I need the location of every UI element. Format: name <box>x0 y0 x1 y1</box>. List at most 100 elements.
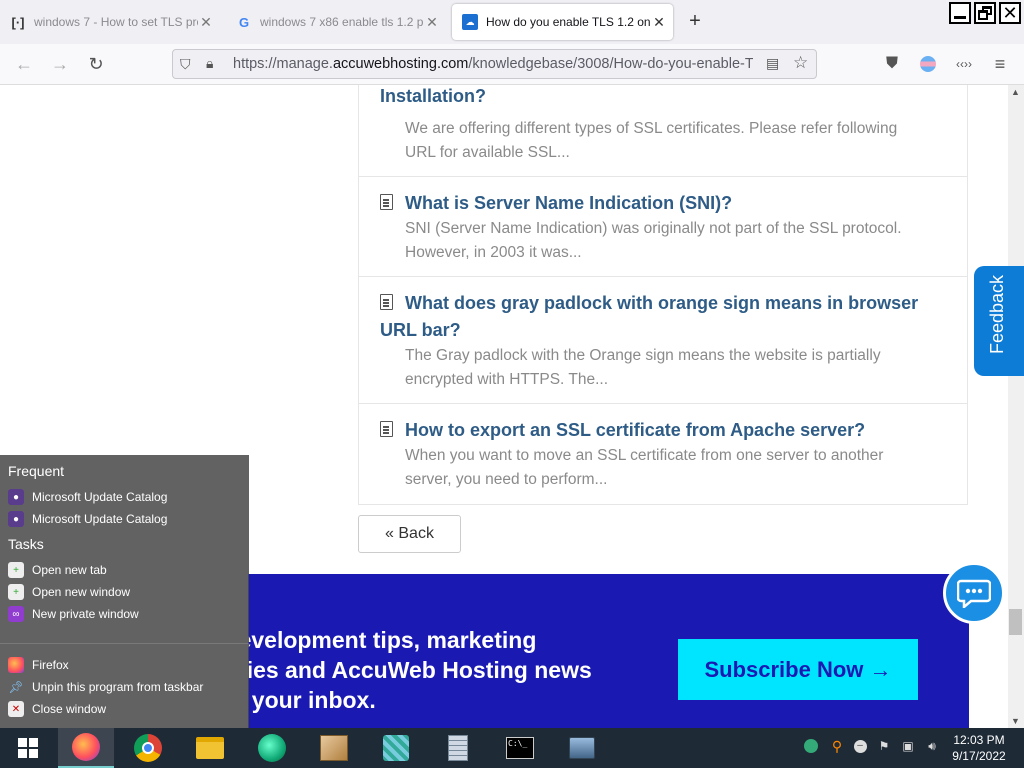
command-prompt-icon: C:\_ <box>506 737 534 759</box>
close-tab-icon[interactable]: ✕ <box>424 14 440 31</box>
account-icon[interactable] <box>916 52 940 76</box>
feedback-tab[interactable]: Feedback <box>974 266 1024 376</box>
close-window-button[interactable]: ✕ <box>999 2 1021 24</box>
new-window-icon: + <box>8 584 24 600</box>
close-tab-icon[interactable]: ✕ <box>198 14 214 31</box>
url-text[interactable]: https://manage.accuwebhosting.com/knowle… <box>233 56 753 72</box>
tab-title: windows 7 x86 enable tls 1.2 platform <box>260 15 424 29</box>
article-item: Installation? We are offering different … <box>358 85 968 177</box>
tab-3-active[interactable]: ☁ How do you enable TLS 1.2 on Windows ✕ <box>452 4 673 40</box>
system-clock[interactable]: 12:03 PM 9/17/2022 <box>948 732 1010 764</box>
back-icon[interactable]: ← <box>12 52 36 76</box>
article-title[interactable]: What does gray padlock with orange sign … <box>380 293 918 340</box>
globe-icon <box>258 734 286 762</box>
taskbar-command-prompt[interactable]: C:\_ <box>492 728 548 768</box>
article-desc: SNI (Server Name Indication) was origina… <box>405 220 902 261</box>
feedback-label: Feedback <box>987 274 1007 354</box>
jumplist-task[interactable]: + Open new window <box>8 582 244 602</box>
taskbar-app-globe[interactable] <box>244 728 300 768</box>
taskbar-firefox[interactable] <box>58 728 114 768</box>
jumplist-action[interactable]: 📌︎ Unpin this program from taskbar <box>8 677 244 697</box>
tab-strip: [·] windows 7 - How to set TLS protocol … <box>0 0 1024 44</box>
reload-icon[interactable]: ↻ <box>84 52 108 76</box>
bookmark-star-icon[interactable]: ☆ <box>793 53 808 73</box>
scrollbar-thumb[interactable] <box>1009 609 1022 635</box>
lock-icon[interactable]: 🔒︎ <box>206 55 213 72</box>
tray-network-app-icon[interactable] <box>803 738 819 754</box>
article-desc: The Gray padlock with the Orange sign me… <box>405 347 881 388</box>
jumplist-action[interactable]: Firefox <box>8 655 244 675</box>
calculator-icon <box>448 735 468 761</box>
minimize-button[interactable] <box>949 2 971 24</box>
chat-icon[interactable] <box>943 562 1005 624</box>
article-link[interactable]: How to export an SSL certificate from Ap… <box>380 417 940 444</box>
firefox-icon <box>72 733 100 761</box>
restore-button[interactable] <box>974 2 996 24</box>
start-button[interactable] <box>0 728 56 768</box>
taskbar-app-computer[interactable] <box>554 728 610 768</box>
tab-title: windows 7 - How to set TLS protocol <box>34 15 198 29</box>
document-icon <box>380 421 393 437</box>
firefox-page-icon: ● <box>8 489 24 505</box>
network-icon <box>383 735 409 761</box>
package-icon <box>320 735 348 761</box>
computer-icon <box>569 737 595 759</box>
tray-flag-icon[interactable]: ⚑ <box>876 738 892 754</box>
jumplist-task[interactable]: ∞ New private window <box>8 604 244 624</box>
article-item: How to export an SSL certificate from Ap… <box>358 404 968 505</box>
volume-icon[interactable]: 🔊︎ <box>924 738 940 754</box>
menu-icon[interactable]: ≡ <box>988 52 1012 76</box>
taskbar-app-network[interactable] <box>368 728 424 768</box>
taskbar-chrome[interactable] <box>120 728 176 768</box>
article-link[interactable]: What is Server Name Indication (SNI)? <box>380 190 940 217</box>
url-bar[interactable]: ⛉ 🔒︎ https://manage.accuwebhosting.com/k… <box>172 49 817 79</box>
extensions-icon[interactable]: ‹‹›› <box>952 52 976 76</box>
jumplist-item[interactable]: ● Microsoft Update Catalog <box>8 509 244 529</box>
tasks-heading: Tasks <box>8 536 44 552</box>
forward-icon[interactable]: → <box>48 52 72 76</box>
article-title[interactable]: What is Server Name Indication (SNI)? <box>405 193 732 213</box>
tray-status-icon[interactable]: – <box>852 738 868 754</box>
article-desc: We are offering different types of SSL c… <box>405 120 898 161</box>
new-tab-icon: + <box>8 562 24 578</box>
taskbar: C:\_ ⚲ – ⚑ ▣ 🔊︎ 12:03 PM 9/17/2022 <box>0 728 1024 768</box>
windows-logo-icon <box>18 738 38 758</box>
taskbar-app-package[interactable] <box>306 728 362 768</box>
navigation-bar: ← → ↻ ⛉ 🔒︎ https://manage.accuwebhosting… <box>0 44 1024 85</box>
article-link[interactable]: What does gray padlock with orange sign … <box>380 290 940 344</box>
google-icon: G <box>238 14 250 30</box>
unpin-icon: 📌︎ <box>8 680 24 694</box>
tab-title: How do you enable TLS 1.2 on Windows <box>486 15 651 29</box>
reader-view-icon[interactable]: ▤ <box>766 55 779 72</box>
jumplist-item[interactable]: ● Microsoft Update Catalog <box>8 487 244 507</box>
tray-search-icon[interactable]: ⚲ <box>829 738 845 754</box>
folder-icon <box>196 737 224 759</box>
tab-1[interactable]: [·] windows 7 - How to set TLS protocol … <box>0 0 220 44</box>
document-icon <box>380 294 393 310</box>
jumplist-task[interactable]: + Open new tab <box>8 560 244 580</box>
firefox-icon <box>8 657 24 673</box>
article-title[interactable]: How to export an SSL certificate from Ap… <box>405 420 865 440</box>
taskbar-calculator[interactable] <box>430 728 486 768</box>
document-icon <box>380 194 393 210</box>
article-title[interactable]: Installation? <box>380 85 940 110</box>
article-desc: When you want to move an SSL certificate… <box>405 447 884 488</box>
new-tab-button[interactable]: + <box>684 10 706 32</box>
close-window-icon: ✕ <box>8 701 24 717</box>
article-item: What does gray padlock with orange sign … <box>358 277 968 404</box>
chrome-icon <box>134 734 162 762</box>
shield-icon[interactable]: ⛉ <box>180 56 191 73</box>
tray-action-center-icon[interactable]: ▣ <box>900 738 916 754</box>
close-tab-icon[interactable]: ✕ <box>651 14 667 31</box>
jumplist-action[interactable]: ✕ Close window <box>8 699 244 719</box>
back-button[interactable]: « Back <box>358 515 461 553</box>
firefox-page-icon: ● <box>8 511 24 527</box>
subscribe-button[interactable]: Subscribe Now → <box>678 639 918 700</box>
tab-2[interactable]: G windows 7 x86 enable tls 1.2 platform … <box>226 0 446 44</box>
taskbar-file-explorer[interactable] <box>182 728 238 768</box>
frequent-heading: Frequent <box>8 463 65 479</box>
pocket-icon[interactable]: ⛊ <box>880 52 904 76</box>
article-item: What is Server Name Indication (SNI)? SN… <box>358 177 968 277</box>
accuweb-icon: ☁ <box>462 14 478 30</box>
private-window-icon: ∞ <box>8 606 24 622</box>
